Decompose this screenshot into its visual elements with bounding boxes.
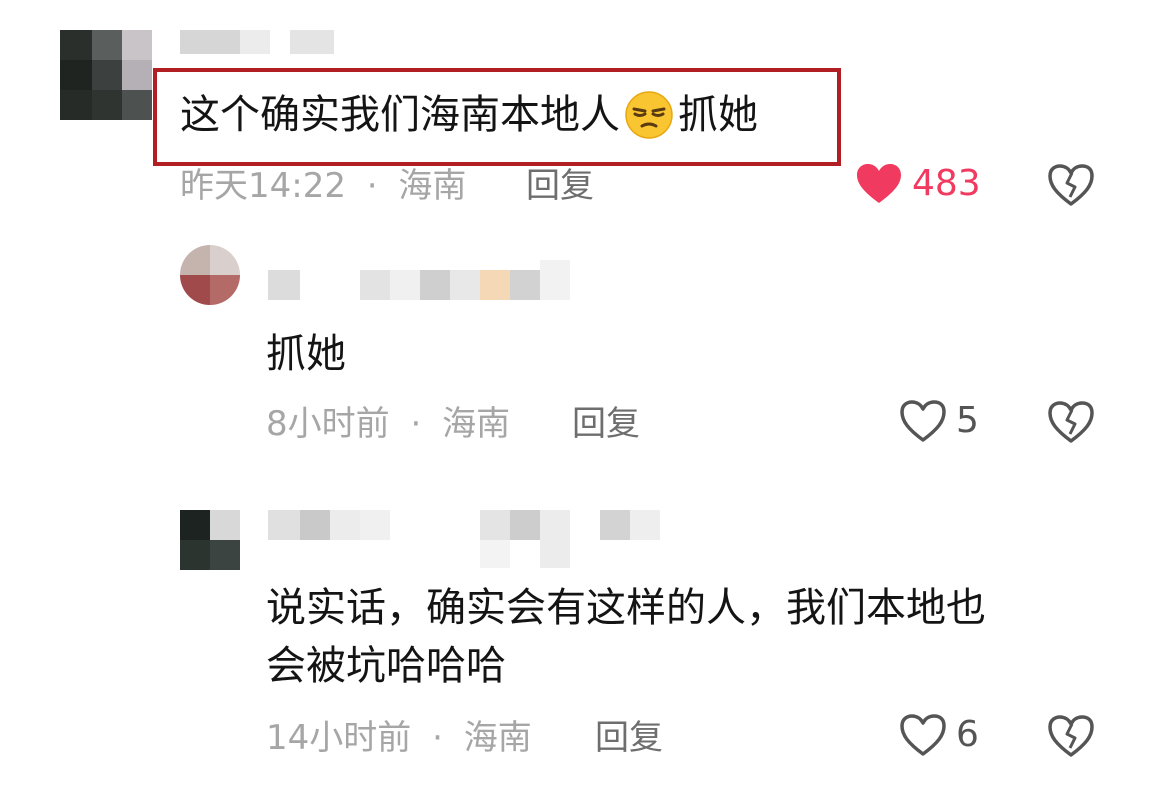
comment-text-part1: 这个确实我们海南本地人 xyxy=(180,92,620,138)
comment-meta: 8小时前 · 海南 xyxy=(266,404,510,444)
username-blurred[interactable] xyxy=(268,508,668,580)
username-blurred[interactable] xyxy=(180,30,340,56)
username-blurred[interactable] xyxy=(268,260,578,306)
comment-text-part2: 抓她 xyxy=(678,92,758,138)
dislike-button[interactable] xyxy=(1048,401,1094,443)
comment-text-line2: 会被坑哈哈哈 xyxy=(266,643,506,689)
like-count: 483 xyxy=(912,163,981,204)
comment-time: 昨天14:22 xyxy=(180,166,346,206)
comment-text-line1: 说实话，确实会有这样的人，我们本地也 xyxy=(266,585,986,631)
dislike-button[interactable] xyxy=(1048,715,1094,757)
comment-text: 这个确实我们海南本地人 抓她 xyxy=(180,90,758,140)
smirk-emoji-icon xyxy=(624,90,674,140)
dislike-button[interactable] xyxy=(1048,164,1094,206)
reply-button[interactable]: 回复 xyxy=(595,718,663,758)
like-count: 6 xyxy=(956,714,979,755)
comment-location: 海南 xyxy=(442,404,511,444)
meta-separator: · xyxy=(410,404,422,444)
broken-heart-icon xyxy=(1048,401,1094,443)
avatar[interactable] xyxy=(180,510,240,570)
comment-text: 抓她 xyxy=(266,331,346,377)
reply-button[interactable]: 回复 xyxy=(572,404,640,444)
avatar[interactable] xyxy=(180,245,240,305)
comment-location: 海南 xyxy=(398,166,467,206)
comment-time: 8小时前 xyxy=(266,404,390,444)
broken-heart-icon xyxy=(1048,715,1094,757)
like-count: 5 xyxy=(956,400,979,441)
comment-meta: 昨天14:22 · 海南 xyxy=(180,166,466,206)
like-button[interactable]: 5 xyxy=(900,400,979,442)
comment-time: 14小时前 xyxy=(266,718,412,758)
reply-button[interactable]: 回复 xyxy=(526,166,594,206)
heart-outline-icon xyxy=(900,400,946,442)
like-button[interactable]: 6 xyxy=(900,714,979,756)
meta-separator: · xyxy=(432,718,443,758)
broken-heart-icon xyxy=(1048,164,1094,206)
comment-meta: 14小时前 · 海南 xyxy=(266,718,532,758)
comment-location: 海南 xyxy=(463,718,532,758)
like-button[interactable]: 483 xyxy=(856,163,981,205)
meta-separator: · xyxy=(366,166,378,206)
avatar[interactable] xyxy=(60,30,152,122)
heart-filled-icon xyxy=(856,163,902,205)
heart-outline-icon xyxy=(900,714,946,756)
